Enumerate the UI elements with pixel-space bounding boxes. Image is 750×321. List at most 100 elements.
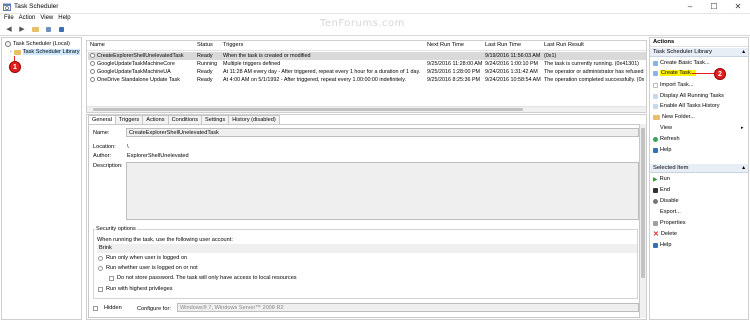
task-icon	[653, 70, 658, 76]
action-import-task[interactable]: Import Task...	[653, 81, 693, 89]
menu-help[interactable]: Help	[58, 14, 75, 24]
action-label: Refresh	[660, 136, 680, 142]
action-end[interactable]: End	[653, 186, 670, 194]
maximize-button[interactable]: ☐	[702, 0, 726, 14]
properties-icon[interactable]	[43, 25, 53, 34]
submenu-arrow-icon: ▸	[741, 125, 744, 131]
table-row[interactable]: OneDrive Standalone Update Task Ready At…	[88, 76, 646, 84]
tree-item-library[interactable]: › Task Scheduler Library	[10, 48, 80, 56]
table-row[interactable]: CreateExplorerShellUnelevatedTask Ready …	[88, 52, 646, 60]
view-icon	[653, 126, 658, 131]
tab-history[interactable]: History (disabled)	[228, 115, 280, 124]
action-view[interactable]: View ▸	[653, 124, 744, 132]
action-export[interactable]: Export...	[653, 208, 681, 216]
minimize-button[interactable]: –	[678, 0, 702, 14]
action-label: Create Task...	[660, 70, 697, 76]
forward-button[interactable]: ▶	[17, 25, 27, 34]
task-last-result: The operation completed successfully. (0…	[544, 77, 644, 83]
run-whether-option[interactable]: Run whether user is logged on or not	[98, 265, 198, 271]
tab-actions[interactable]: Actions	[142, 115, 169, 124]
menu-file[interactable]: File	[4, 14, 19, 24]
step-marker-2: 2	[714, 68, 726, 80]
task-name: GoogleUpdateTaskMachineUA	[97, 69, 171, 75]
action-create-basic-task[interactable]: Create Basic Task...	[653, 59, 710, 67]
checkbox-icon[interactable]	[109, 275, 114, 281]
column-header-last-run[interactable]: Last Run Time	[485, 42, 521, 50]
collapse-chevron-icon[interactable]: ▴	[742, 49, 745, 55]
run-icon: ▶	[653, 176, 658, 183]
table-row[interactable]: GoogleUpdateTaskMachineUA Ready At 11:28…	[88, 68, 646, 76]
table-row[interactable]: GoogleUpdateTaskMachineCore Running Mult…	[88, 60, 646, 68]
section-task-scheduler-library[interactable]: Task Scheduler Library ▴	[650, 48, 748, 57]
actions-pane: Actions Task Scheduler Library ▴ Create …	[649, 37, 749, 320]
user-account-field: Brink	[97, 244, 637, 253]
action-display-running[interactable]: Display All Running Tasks	[653, 92, 724, 100]
checkbox-icon[interactable]	[98, 286, 103, 292]
action-refresh[interactable]: Refresh	[653, 135, 680, 143]
action-label: Help	[660, 147, 672, 153]
action-help[interactable]: Help	[653, 146, 672, 154]
collapse-chevron-icon[interactable]: ▴	[742, 165, 745, 171]
task-triggers: At 11:28 AM every day - After triggered,…	[223, 69, 421, 75]
action-new-folder[interactable]: New Folder...	[653, 113, 695, 121]
tab-conditions[interactable]: Conditions	[167, 115, 202, 124]
run-logged-on-option[interactable]: Run only when user is logged on	[98, 255, 187, 261]
column-header-triggers[interactable]: Triggers	[223, 42, 243, 50]
delete-icon: ✕	[653, 231, 659, 238]
action-disable[interactable]: Disable	[653, 197, 679, 205]
close-button[interactable]: ✕	[726, 0, 750, 14]
action-create-task[interactable]: Create Task...	[653, 69, 697, 77]
column-header-name[interactable]: Name	[90, 42, 105, 50]
column-header-next-run[interactable]: Next Run Time	[427, 42, 464, 50]
action-run[interactable]: ▶ Run	[653, 175, 670, 183]
menu-action[interactable]: Action	[19, 14, 41, 24]
back-button[interactable]: ◀	[4, 25, 14, 34]
task-status: Ready	[197, 77, 213, 83]
folder-icon	[13, 49, 21, 55]
hidden-option[interactable]: Hidden	[93, 305, 122, 311]
radio-icon[interactable]	[98, 255, 103, 261]
action-enable-history[interactable]: Enable All Tasks History	[653, 102, 720, 110]
tree-item-root[interactable]: Task Scheduler (Local)	[5, 40, 70, 48]
window-title: Task Scheduler	[14, 3, 59, 10]
stop-icon	[653, 187, 658, 193]
help-icon[interactable]	[56, 25, 66, 34]
folder-up-icon[interactable]	[30, 25, 40, 34]
tab-settings[interactable]: Settings	[201, 115, 230, 124]
expand-chevron-icon[interactable]: ›	[10, 49, 12, 55]
section-selected-item[interactable]: Selected Item ▴	[650, 164, 748, 173]
action-label: Delete	[660, 231, 678, 237]
action-label: Properties	[660, 220, 686, 226]
hidden-label: Hidden	[104, 305, 122, 311]
highest-privileges-option[interactable]: Run with highest privileges	[98, 286, 173, 292]
location-label: Location:	[93, 144, 116, 150]
tab-triggers[interactable]: Triggers	[114, 115, 144, 124]
checkbox-icon[interactable]	[93, 305, 98, 311]
task-details-pane: General Triggers Actions Conditions Sett…	[86, 114, 647, 320]
action-help-selected[interactable]: Help	[653, 241, 672, 249]
action-label: Run	[659, 176, 670, 182]
action-delete[interactable]: ✕ Delete	[653, 230, 677, 238]
task-triggers: At 4:00 AM on 5/1/1992 - After triggered…	[223, 77, 406, 83]
run-whether-label: Run whether user is logged on or not	[106, 265, 198, 271]
configure-select[interactable]: Windows® 7, Windows Server™ 2008 R2	[177, 303, 639, 312]
radio-icon[interactable]	[98, 265, 103, 271]
task-status: Ready	[197, 69, 213, 75]
general-tab-content: Name: CreateExplorerShellUnelevatedTask …	[88, 124, 640, 318]
folder-icon	[653, 114, 660, 120]
configure-label: Configure for:	[137, 306, 171, 312]
column-header-last-result[interactable]: Last Run Result	[544, 42, 584, 50]
column-header-status[interactable]: Status	[197, 42, 213, 50]
name-field[interactable]: CreateExplorerShellUnelevatedTask	[126, 128, 639, 137]
horizontal-scrollbar[interactable]	[87, 106, 646, 112]
description-field[interactable]	[126, 162, 639, 220]
no-password-option[interactable]: Do not store password. The task will onl…	[109, 275, 297, 281]
tree-item-library-label: Task Scheduler Library	[22, 49, 80, 55]
action-label: Create Basic Task...	[660, 60, 710, 66]
action-properties[interactable]: Properties	[653, 219, 686, 227]
task-status: Ready	[197, 53, 213, 59]
menu-view[interactable]: View	[40, 14, 58, 24]
vertical-scrollbar[interactable]	[640, 124, 646, 318]
section-selected-label: Selected Item	[653, 165, 689, 171]
tab-general[interactable]: General	[88, 115, 116, 124]
